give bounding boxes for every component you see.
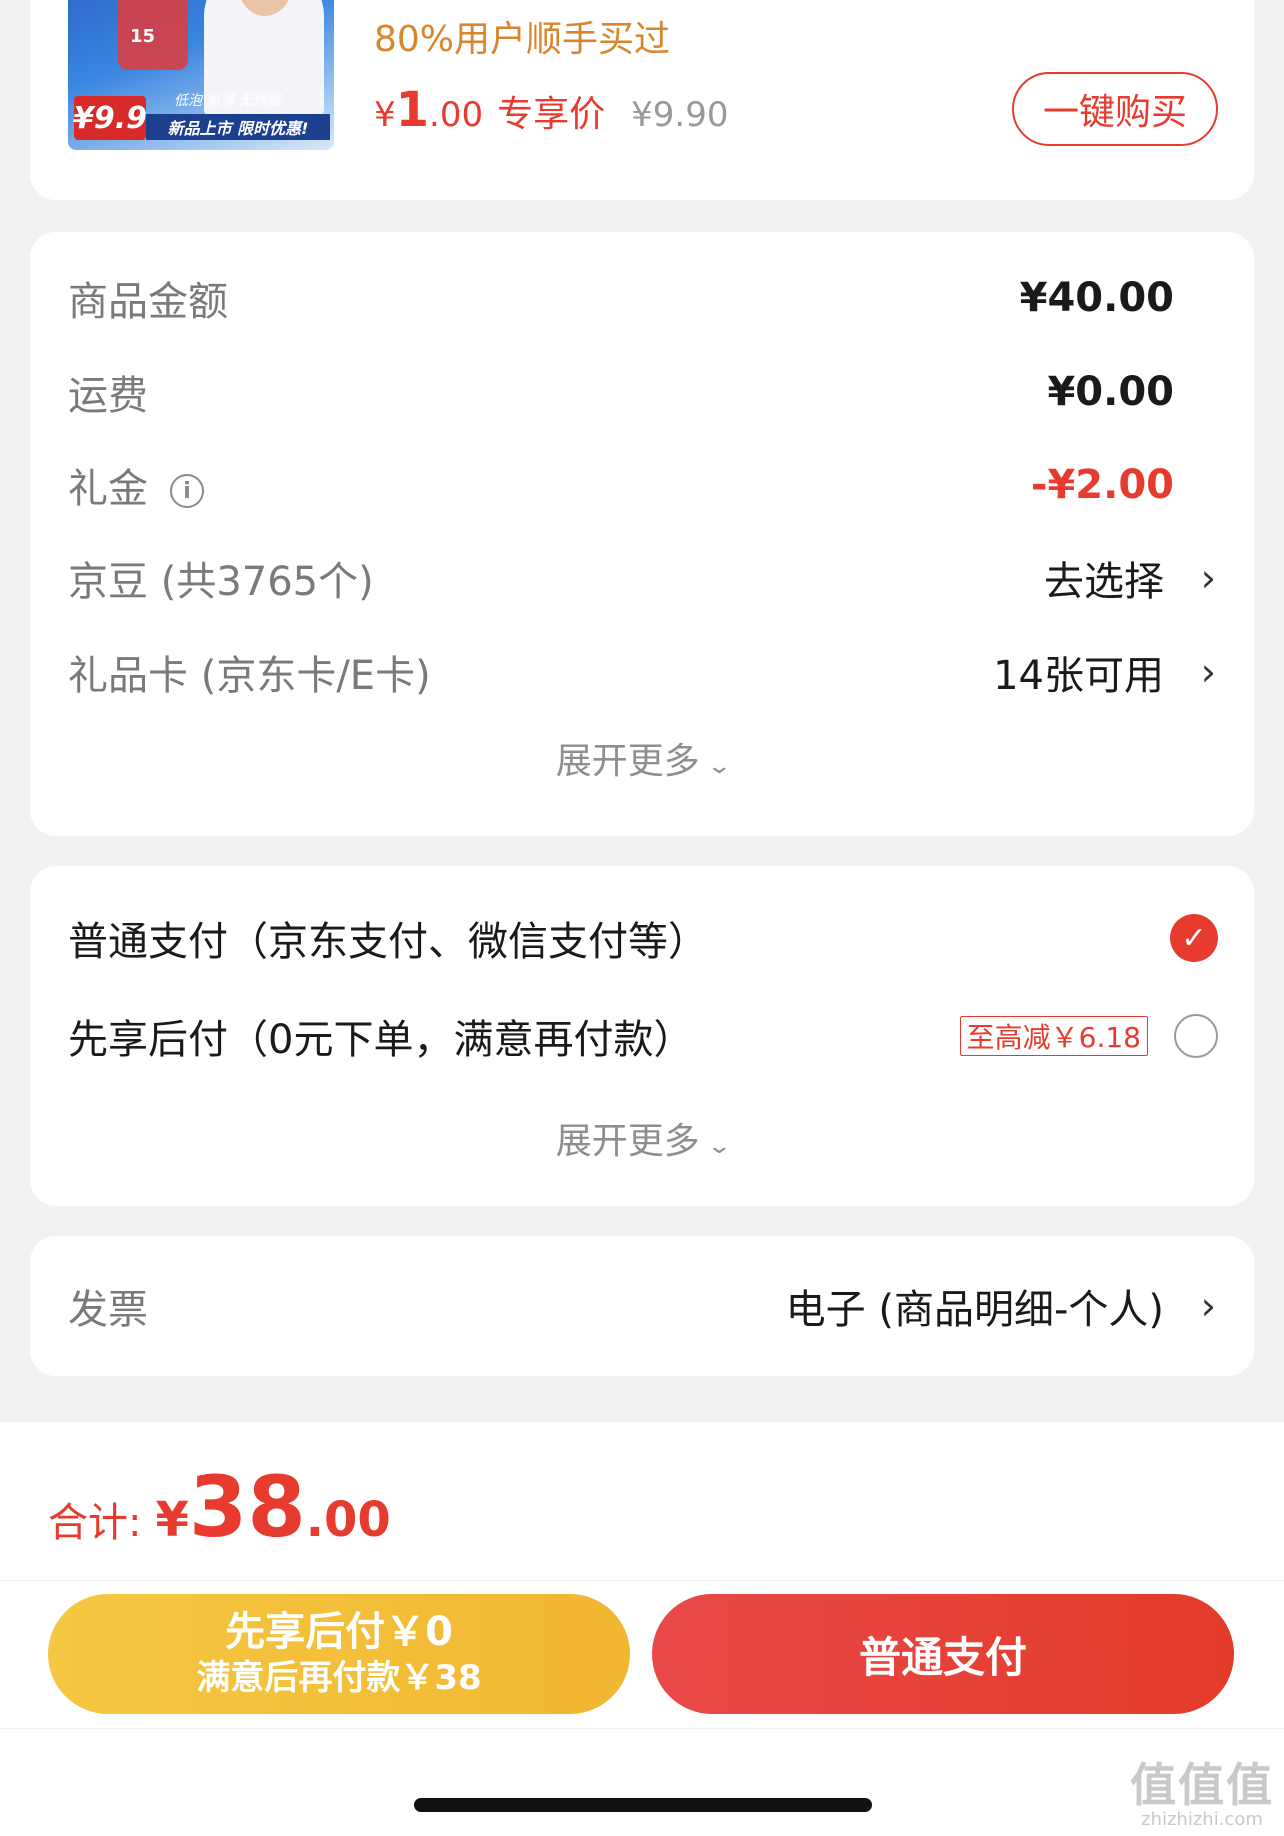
order-total: 合计: ¥ 38 .00 (48, 1458, 391, 1556)
total-label: 合计: (48, 1500, 142, 1546)
product-thumbnail[interactable]: 15 低泡 易漂 无残留 ¥9.9 新品上市 限时优惠! (68, 0, 334, 150)
summary-label: 礼品卡 (京东卡/E卡) (68, 653, 431, 699)
watermark-sub: zhizhizhi.com (1141, 1809, 1263, 1830)
order-summary-card: 商品金额 ¥40.00 运费 ¥0.00 礼金 i -¥2.00 京豆 (共376… (30, 232, 1254, 836)
expand-more-label: 展开更多 (555, 741, 700, 782)
summary-row-jingdou[interactable]: 京豆 (共3765个) 去选择 › (68, 548, 1216, 608)
price-decimal: .00 (429, 95, 484, 135)
summary-row-gift-money: 礼金 i -¥2.00 (68, 455, 1216, 515)
expand-more-label: 展开更多 (555, 1121, 700, 1162)
normal-pay-button[interactable]: 普通支付 (652, 1594, 1234, 1714)
product-thumb-price: ¥9.9 (73, 96, 147, 140)
chevron-down-icon: ⌄ (706, 1134, 732, 1159)
recommended-product-card: 15 低泡 易漂 无残留 ¥9.9 新品上市 限时优惠! 80%用户顺手买过 ¥… (30, 0, 1254, 200)
summary-label: 商品金额 (68, 279, 228, 325)
gift-card-select[interactable]: 14张可用 › (993, 643, 1216, 701)
summary-value: ¥0.00 (1047, 369, 1174, 415)
summary-row-gift-card[interactable]: 礼品卡 (京东卡/E卡) 14张可用 › (68, 642, 1216, 702)
invoice-card[interactable]: 发票 电子 (商品明细-个人) › (30, 1236, 1254, 1376)
bought-by-users-text: 80%用户顺手买过 (374, 19, 671, 60)
invoice-row[interactable]: 发票 电子 (商品明细-个人) › (68, 1276, 1216, 1336)
chevron-right-icon: › (1200, 556, 1216, 600)
summary-row-goods-amount: 商品金额 ¥40.00 (68, 268, 1216, 328)
original-price: ¥9.90 (631, 95, 729, 135)
pay-later-right: 至高减￥6.18 (959, 1014, 1218, 1058)
pay-later-line2: 满意后再付款￥38 (196, 1658, 482, 1698)
gift-money-label-group: 礼金 i (68, 456, 204, 514)
invoice-value: 电子 (商品明细-个人) (785, 1287, 1164, 1333)
pay-later-button[interactable]: 先享后付￥0 满意后再付款￥38 (48, 1594, 630, 1714)
chevron-right-icon: › (1200, 650, 1216, 694)
payment-option-label: 先享后付（0元下单，满意再付款） (68, 1017, 694, 1063)
summary-row-shipping: 运费 ¥0.00 (68, 362, 1216, 422)
divider (0, 1728, 1284, 1729)
expand-more-payment[interactable]: 展开更多 ⌄ (30, 1112, 1254, 1164)
summary-label: 运费 (68, 373, 148, 419)
expand-more-summary[interactable]: 展开更多 ⌄ (30, 732, 1254, 784)
radio-unselected-icon[interactable] (1174, 1014, 1218, 1058)
total-decimal: .00 (305, 1492, 391, 1548)
home-indicator[interactable] (414, 1798, 872, 1812)
checkmark-icon[interactable]: ✓ (1170, 914, 1218, 962)
summary-value: 去选择 (1044, 559, 1164, 605)
watermark-main: 值值值 (1130, 1758, 1274, 1812)
summary-value: 14张可用 (993, 653, 1164, 699)
discount-badge: 至高减￥6.18 (959, 1016, 1148, 1056)
invoice-label: 发票 (68, 1287, 148, 1333)
total-currency: ¥ (155, 1492, 189, 1548)
jingdou-select[interactable]: 去选择 › (1044, 549, 1216, 607)
product-thumb-banner: 新品上市 限时优惠! (146, 114, 330, 140)
total-integer: 38 (188, 1458, 306, 1556)
payment-option-pay-later[interactable]: 先享后付（0元下单，满意再付款） 至高减￥6.18 (68, 1006, 1218, 1066)
divider (0, 1580, 1284, 1581)
exclusive-price-tag: 专享价 (497, 94, 606, 135)
one-click-buy-button[interactable]: 一键购买 (1012, 72, 1218, 146)
chevron-down-icon: ⌄ (706, 754, 732, 779)
payment-option-normal[interactable]: 普通支付（京东支付、微信支付等） ✓ (68, 908, 1218, 968)
summary-label: 礼金 (68, 466, 148, 512)
chevron-right-icon: › (1200, 1284, 1216, 1328)
product-thumb-subtitle: 低泡 易漂 无残留 (174, 93, 281, 109)
summary-label: 京豆 (共3765个) (68, 559, 374, 605)
watermark: 值值值 zhizhizhi.com (1130, 1760, 1274, 1830)
payment-option-label: 普通支付（京东支付、微信支付等） (68, 919, 708, 965)
product-thumb-count: 15 (130, 26, 156, 47)
summary-value: -¥2.00 (1030, 462, 1174, 508)
pay-later-line1: 先享后付￥0 (225, 1609, 453, 1655)
info-icon[interactable]: i (170, 474, 204, 508)
summary-value: ¥40.00 (1019, 275, 1174, 321)
checkout-bottom-bar: 合计: ¥ 38 .00 先享后付￥0 满意后再付款￥38 普通支付 值值值 z… (0, 1422, 1284, 1836)
price-integer: 1 (395, 82, 430, 138)
price-currency: ¥ (374, 95, 396, 135)
product-price: ¥1.00 专享价 ¥9.90 (374, 82, 728, 138)
invoice-select[interactable]: 电子 (商品明细-个人) › (786, 1277, 1216, 1335)
payment-method-card: 普通支付（京东支付、微信支付等） ✓ 先享后付（0元下单，满意再付款） 至高减￥… (30, 866, 1254, 1206)
